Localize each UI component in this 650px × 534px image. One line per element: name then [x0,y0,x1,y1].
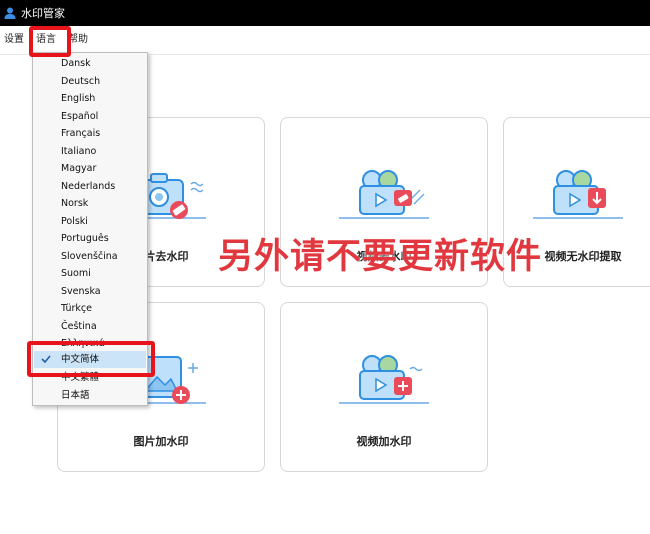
video-extract-icon [533,170,623,219]
language-option-svenska[interactable]: Svenska [34,283,146,300]
language-option-japanese[interactable]: 日本語 [34,387,146,404]
video-remove-watermark-icon [339,170,429,219]
app-user-icon [4,7,16,19]
language-option-portugues[interactable]: Português [34,230,146,247]
language-option-english[interactable]: English [34,90,146,107]
card-label: 图片加水印 [133,435,189,448]
menu-settings[interactable]: 设置 [0,28,30,52]
card-label: 视频加水印 [356,435,412,448]
language-option-deutsch[interactable]: Deutsch [34,73,146,90]
overlay-note: 另外请不要更新软件 [218,237,543,277]
language-option-dansk[interactable]: Dansk [34,55,146,72]
language-option-cestina[interactable]: Čeština [34,318,146,335]
chinese-option-highlight [27,341,155,377]
language-option-suomi[interactable]: Suomi [34,265,146,282]
language-option-polski[interactable]: Polski [34,213,146,230]
language-option-norsk[interactable]: Norsk [34,195,146,212]
card-video-add-watermark[interactable]: 视频加水印 [280,302,488,472]
language-option-nederlands[interactable]: Nederlands [34,178,146,195]
window-title: 水印管家 [21,7,65,20]
menu-bar: 设置 语言 帮助 [0,28,650,52]
video-add-watermark-icon [339,355,429,404]
language-option-turkce[interactable]: Türkçe [34,300,146,317]
language-option-italiano[interactable]: Italiano [34,143,146,160]
language-option-magyar[interactable]: Magyar [34,160,146,177]
language-option-espanol[interactable]: Español [34,108,146,125]
language-menu-highlight [29,26,71,57]
app-window: 水印管家 设置 语言 帮助 图片去水印 视频去水印 视频无水印提取 图片加水印 … [0,0,650,534]
language-option-francais[interactable]: Français [34,125,146,142]
title-bar: 水印管家 [0,0,650,26]
language-option-slovenscina[interactable]: Slovenščina [34,248,146,265]
